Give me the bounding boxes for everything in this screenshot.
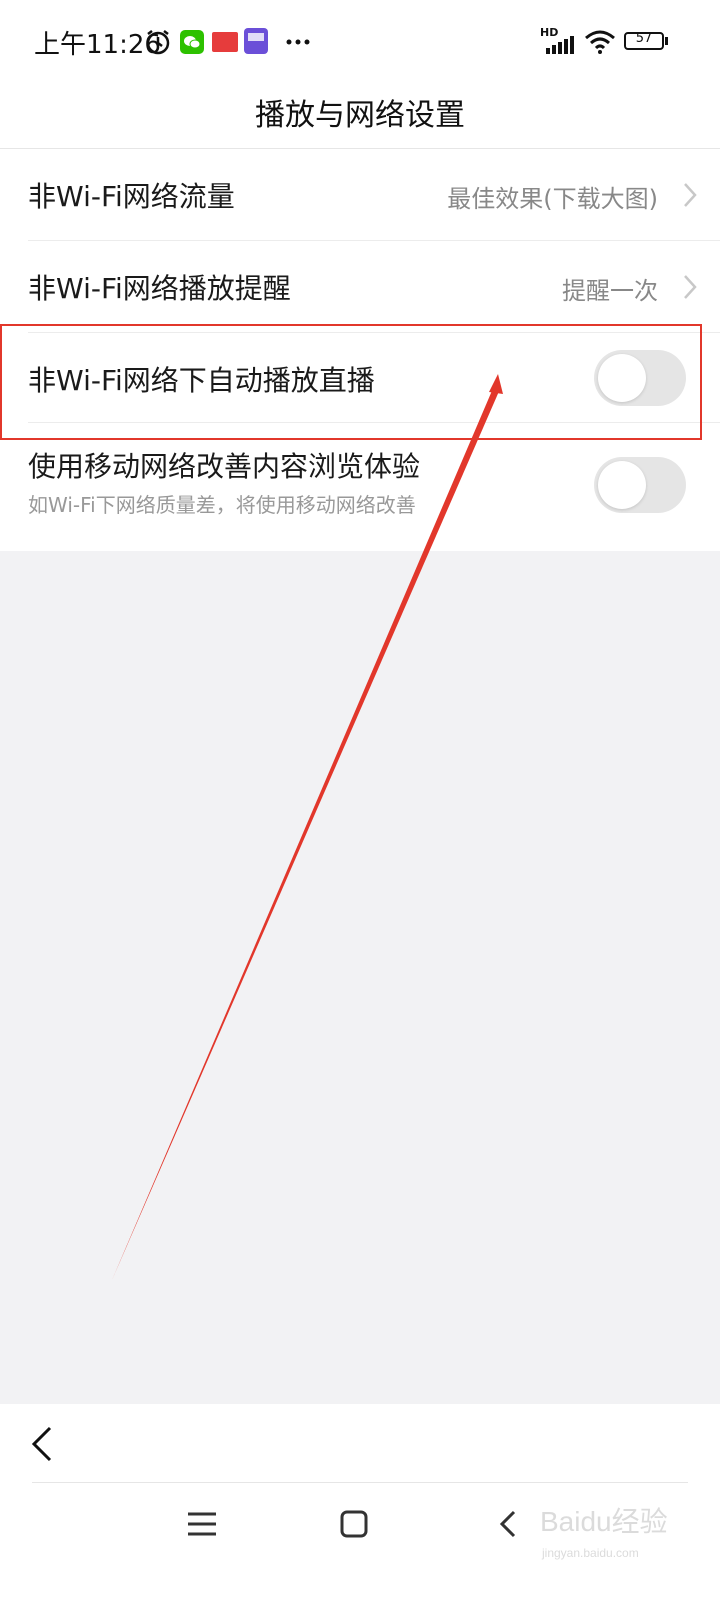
- setting-label: 使用移动网络改善内容浏览体验: [28, 450, 421, 483]
- status-bar: 上午11:26 HD 57: [0, 0, 720, 84]
- back-arrow-icon[interactable]: [24, 1424, 64, 1464]
- setting-row-autoplay-live: 非Wi-Fi网络下自动播放直播: [0, 333, 720, 423]
- alarm-icon: [146, 30, 170, 55]
- battery-tip: [665, 37, 668, 45]
- wechat-icon: [180, 30, 204, 54]
- setting-row-mobile-network-improve: 使用移动网络改善内容浏览体验 如Wi-Fi下网络质量差，将使用移动网络改善: [0, 423, 720, 551]
- setting-row-non-wifi-reminder[interactable]: 非Wi-Fi网络播放提醒 提醒一次: [0, 241, 720, 333]
- home-icon[interactable]: [334, 1504, 374, 1544]
- setting-value: 提醒一次: [562, 277, 658, 305]
- setting-label: 非Wi-Fi网络流量: [28, 180, 235, 213]
- more-dots-icon: [286, 39, 310, 45]
- battery-level: 57: [635, 31, 653, 46]
- mobile-network-toggle[interactable]: [594, 457, 686, 513]
- watermark-url: jingyan.baidu.com: [542, 1546, 639, 1560]
- setting-row-non-wifi-traffic[interactable]: 非Wi-Fi网络流量 最佳效果(下载大图): [0, 149, 720, 241]
- baidu-watermark: Baidu经验 jingyan.baidu.com: [540, 1490, 700, 1566]
- menu-icon[interactable]: [182, 1504, 222, 1544]
- battery-icon: 57: [624, 31, 664, 50]
- status-time: 上午11:26: [34, 30, 161, 60]
- header: 播放与网络设置: [0, 84, 720, 149]
- setting-sublabel: 如Wi-Fi下网络质量差，将使用移动网络改善: [28, 493, 416, 517]
- wifi-icon: [585, 30, 615, 54]
- divider: [32, 1482, 688, 1483]
- setting-label: 非Wi-Fi网络播放提醒: [28, 272, 291, 305]
- watermark-text: Baidu经验: [540, 1506, 668, 1537]
- page-title: 播放与网络设置: [255, 98, 465, 133]
- chevron-right-icon: [684, 275, 697, 299]
- signal-icon: [546, 36, 574, 54]
- settings-list: 非Wi-Fi网络流量 最佳效果(下载大图) 非Wi-Fi网络播放提醒 提醒一次 …: [0, 149, 720, 551]
- chevron-right-icon: [684, 183, 697, 207]
- douyin-icon: [244, 28, 268, 54]
- toggle-knob: [598, 354, 646, 402]
- setting-value: 最佳效果(下载大图): [447, 185, 658, 213]
- toutiao-icon: [212, 32, 238, 52]
- setting-label: 非Wi-Fi网络下自动播放直播: [28, 364, 375, 397]
- bottom-bar: Baidu经验 jingyan.baidu.com: [0, 1404, 720, 1600]
- toggle-knob: [598, 461, 646, 509]
- autoplay-live-toggle[interactable]: [594, 350, 686, 406]
- nav-back-icon[interactable]: [488, 1504, 528, 1544]
